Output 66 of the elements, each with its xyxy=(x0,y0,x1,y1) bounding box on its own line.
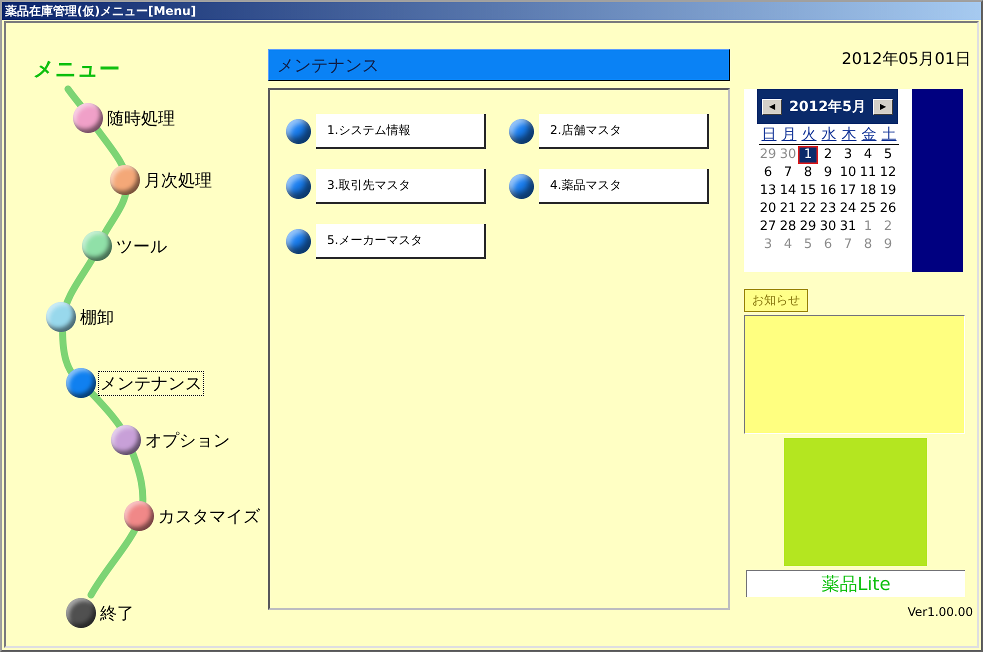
calendar-day[interactable]: 8 xyxy=(798,164,818,182)
calendar-day[interactable]: 5 xyxy=(878,146,898,164)
date-text: 2012年05月01日 xyxy=(842,49,971,70)
calendar-day[interactable]: 15 xyxy=(798,182,818,200)
menu-item[interactable]: 随時処理 xyxy=(105,106,177,130)
calendar-day[interactable]: 10 xyxy=(838,164,858,182)
calendar-day[interactable]: 21 xyxy=(778,200,798,218)
calendar-day[interactable]: 29 xyxy=(798,218,818,236)
weekday-label: 土 xyxy=(880,125,898,144)
menu-item[interactable]: オプション xyxy=(143,428,232,452)
calendar-day[interactable]: 26 xyxy=(878,200,898,218)
weekday-label: 月 xyxy=(780,125,798,144)
panel-title: メンテナンス xyxy=(268,49,730,81)
sphere-icon xyxy=(509,174,534,199)
calendar-day[interactable]: 13 xyxy=(758,182,778,200)
weekday-label: 水 xyxy=(820,125,838,144)
calendar-day[interactable]: 9 xyxy=(818,164,838,182)
calendar-day[interactable]: 11 xyxy=(858,164,878,182)
logo-text: 薬品Lite xyxy=(821,573,891,596)
calendar-day[interactable]: 7 xyxy=(778,164,798,182)
menu-item[interactable]: カスタマイズ xyxy=(156,504,262,528)
menu-button[interactable]: 2.店舗マスタ xyxy=(539,114,709,149)
sphere-icon xyxy=(286,174,311,199)
menu-button[interactable]: 3.取引先マスタ xyxy=(316,169,486,204)
calendar-day[interactable]: 22 xyxy=(798,200,818,218)
calendar-day[interactable]: 25 xyxy=(858,200,878,218)
calendar-day[interactable]: 4 xyxy=(858,146,878,164)
calendar-day[interactable]: 19 xyxy=(878,182,898,200)
calendar-day[interactable]: 14 xyxy=(778,182,798,200)
calendar-day[interactable]: 23 xyxy=(818,200,838,218)
weekday-label: 日 xyxy=(760,125,778,144)
calendar-day[interactable]: 6 xyxy=(758,164,778,182)
menu-item[interactable]: 月次処理 xyxy=(142,168,214,192)
calendar-day[interactable]: 1 xyxy=(798,146,818,164)
calendar-day[interactable]: 28 xyxy=(778,218,798,236)
weekday-label: 金 xyxy=(860,125,878,144)
calendar-day[interactable]: 31 xyxy=(838,218,858,236)
calendar-day[interactable]: 30 xyxy=(818,218,838,236)
weekday-label: 火 xyxy=(800,125,818,144)
menu-button[interactable]: 1.システム情報 xyxy=(316,114,486,149)
calendar-day[interactable]: 27 xyxy=(758,218,778,236)
sphere-icon xyxy=(286,119,311,144)
menu-heading: メニュー xyxy=(33,56,120,83)
calendar-day[interactable]: 20 xyxy=(758,200,778,218)
menu-item[interactable]: 終了 xyxy=(98,600,136,626)
calendar-day[interactable]: 17 xyxy=(838,182,858,200)
calendar-day[interactable]: 2 xyxy=(818,146,838,164)
calendar-day[interactable]: 16 xyxy=(818,182,838,200)
month-title: 2012年5月 xyxy=(789,98,866,116)
window-title: 薬品在庫管理(仮)メニュー[Menu] xyxy=(5,2,196,20)
menu-button[interactable]: 4.薬品マスタ xyxy=(539,169,709,204)
menu-item[interactable]: ツール xyxy=(114,234,169,258)
next-month-button[interactable]: ▶ xyxy=(873,98,893,114)
notice-tab[interactable]: お知らせ xyxy=(744,289,808,312)
calendar-day[interactable]: 12 xyxy=(878,164,898,182)
sphere-icon xyxy=(286,229,311,254)
version-text: Ver1.00.00 xyxy=(908,605,973,619)
calendar-day[interactable]: 24 xyxy=(838,200,858,218)
calendar-day[interactable]: 3 xyxy=(838,146,858,164)
weekday-label: 木 xyxy=(840,125,858,144)
menu-button[interactable]: 5.メーカーマスタ xyxy=(316,224,486,259)
prev-month-button[interactable]: ◀ xyxy=(762,98,782,114)
menu-item[interactable]: メンテナンス xyxy=(98,370,204,396)
sphere-icon xyxy=(509,119,534,144)
menu-item[interactable]: 棚卸 xyxy=(78,304,116,330)
calendar-day[interactable]: 18 xyxy=(858,182,878,200)
